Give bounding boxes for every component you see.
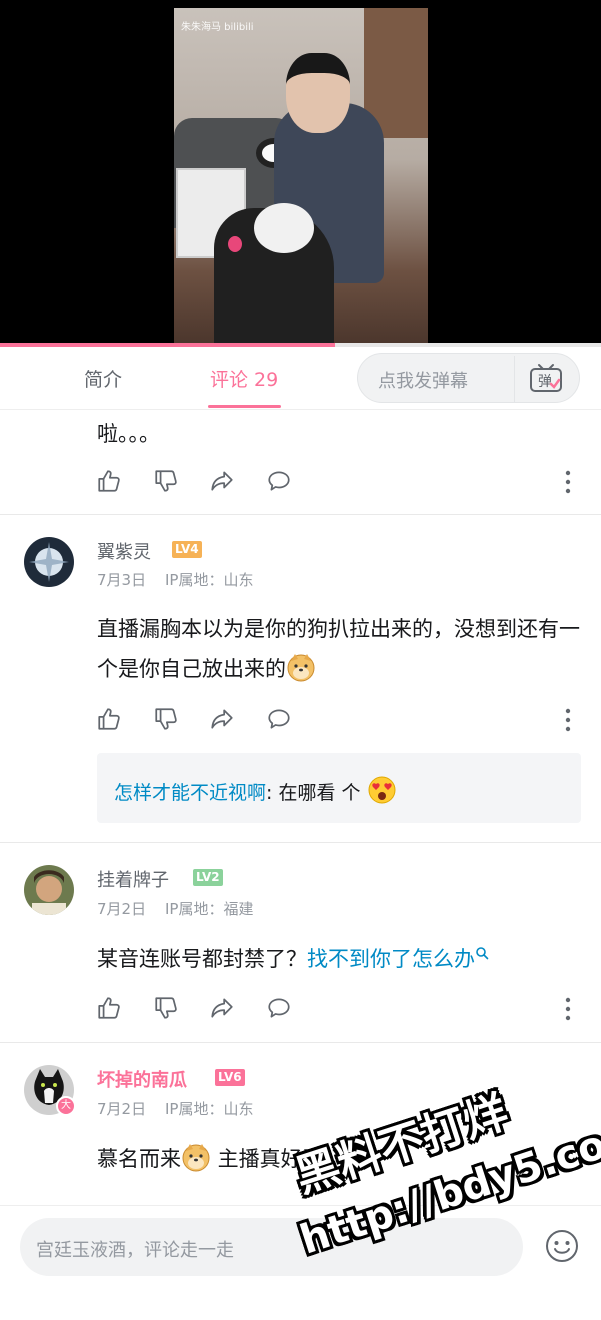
comment-date: 7月3日 bbox=[97, 571, 147, 589]
username[interactable]: 翼紫灵 bbox=[97, 538, 151, 564]
heart-eyes-emoji-icon bbox=[368, 776, 396, 804]
reply-button[interactable] bbox=[266, 706, 294, 734]
comment-text-content: 慕名而来 bbox=[97, 1147, 181, 1171]
comment-location: IP属地：山东 bbox=[165, 571, 254, 589]
thumbs-down-icon bbox=[155, 470, 177, 492]
comment-bubble-icon bbox=[268, 471, 290, 491]
comment-actions bbox=[96, 706, 586, 734]
dislike-button[interactable] bbox=[153, 995, 181, 1023]
doge-emoji-icon bbox=[287, 654, 315, 682]
avatar[interactable] bbox=[24, 865, 74, 915]
share-button[interactable] bbox=[209, 706, 237, 734]
comment-date: 7月2日 bbox=[97, 1100, 147, 1118]
comment-location: IP属地：山东 bbox=[165, 1100, 254, 1118]
video-scene-dog-patch bbox=[254, 203, 314, 253]
comment-text: 直播漏胸本以为是你的狗扒拉出来的，没想到还有一个是你自己放出来的 bbox=[97, 609, 583, 689]
level-badge: LV4 bbox=[172, 541, 202, 558]
comment-date: 7月2日 bbox=[97, 900, 147, 918]
more-icon[interactable] bbox=[558, 995, 578, 1023]
share-icon bbox=[211, 471, 233, 491]
vip-badge: 大 bbox=[56, 1096, 76, 1116]
danmaku-divider bbox=[514, 356, 515, 402]
video-scene-head bbox=[286, 53, 350, 133]
tab-active-indicator bbox=[208, 405, 281, 408]
reply-button[interactable] bbox=[266, 468, 294, 496]
reply-button[interactable] bbox=[266, 995, 294, 1023]
reply-preview[interactable]: 怎样才能不近视啊: 在哪看 个 bbox=[97, 753, 581, 823]
more-icon[interactable] bbox=[558, 468, 578, 496]
reply-username[interactable]: 怎样才能不近视啊 bbox=[114, 782, 266, 804]
share-icon bbox=[211, 998, 233, 1018]
tab-comments[interactable]: 评论 29 bbox=[210, 365, 278, 392]
video-watermark: 朱朱海马 bilibili bbox=[181, 22, 254, 33]
reply-text: : 在哪看 个 bbox=[266, 782, 361, 804]
comment-input-placeholder: 宫廷玉液酒，评论走一走 bbox=[36, 1240, 234, 1261]
danmaku-icon-label: 弹 bbox=[538, 374, 552, 390]
doge-emoji-icon bbox=[182, 1144, 210, 1172]
video-scene-toy-ball bbox=[228, 236, 242, 252]
video-frame[interactable]: 朱朱海马 bilibili bbox=[174, 8, 428, 345]
tab-bar: 简介 评论 29 点我发弹幕 弹 bbox=[0, 347, 601, 410]
share-button[interactable] bbox=[209, 468, 237, 496]
like-button[interactable] bbox=[96, 468, 124, 496]
danmaku-input-button[interactable]: 点我发弹幕 弹 bbox=[357, 353, 580, 403]
thumbs-up-icon bbox=[98, 997, 120, 1019]
thumbs-up-icon bbox=[98, 470, 120, 492]
username[interactable]: 坏掉的南瓜 bbox=[97, 1066, 187, 1092]
avatar[interactable] bbox=[24, 537, 74, 587]
danmaku-tv-icon[interactable]: 弹 bbox=[528, 362, 564, 394]
like-button[interactable] bbox=[96, 706, 124, 734]
search-icon[interactable] bbox=[475, 946, 489, 960]
dislike-button[interactable] bbox=[153, 468, 181, 496]
comment-bubble-icon bbox=[268, 709, 290, 729]
thumbs-up-icon bbox=[98, 708, 120, 730]
reply-line: 怎样才能不近视啊: 在哪看 个 bbox=[114, 775, 397, 805]
search-link[interactable]: 找不到你了怎么办 bbox=[307, 947, 475, 971]
comment-actions bbox=[96, 468, 586, 496]
share-button[interactable] bbox=[209, 995, 237, 1023]
comment-text-content: 某音连账号都封禁了？ bbox=[97, 947, 307, 971]
like-button[interactable] bbox=[96, 995, 124, 1023]
level-badge: LV6 bbox=[215, 1069, 245, 1086]
comment-divider bbox=[0, 842, 601, 843]
username[interactable]: 挂着牌子 bbox=[97, 866, 169, 892]
comment-text-content: 直播漏胸本以为是你的狗扒拉出来的，没想到还有一个是你自己放出来的 bbox=[97, 617, 580, 681]
comment-location: IP属地：福建 bbox=[165, 900, 254, 918]
comment-divider bbox=[0, 514, 601, 515]
comment-bubble-icon bbox=[268, 998, 290, 1018]
thumbs-down-icon bbox=[155, 997, 177, 1019]
video-player[interactable]: 朱朱海马 bilibili bbox=[0, 0, 601, 345]
level-badge: LV2 bbox=[193, 869, 223, 886]
comment-divider bbox=[0, 1042, 601, 1043]
danmaku-placeholder: 点我发弹幕 bbox=[378, 371, 468, 392]
more-icon[interactable] bbox=[558, 706, 578, 734]
comment-text: 某音连账号都封禁了？找不到你了怎么办 bbox=[97, 939, 583, 979]
comment-actions bbox=[96, 995, 586, 1023]
thumbs-down-icon bbox=[155, 708, 177, 730]
comment-text-partial: 啦。。。 bbox=[97, 422, 160, 446]
tab-intro[interactable]: 简介 bbox=[84, 365, 122, 392]
dislike-button[interactable] bbox=[153, 706, 181, 734]
share-icon bbox=[211, 709, 233, 729]
